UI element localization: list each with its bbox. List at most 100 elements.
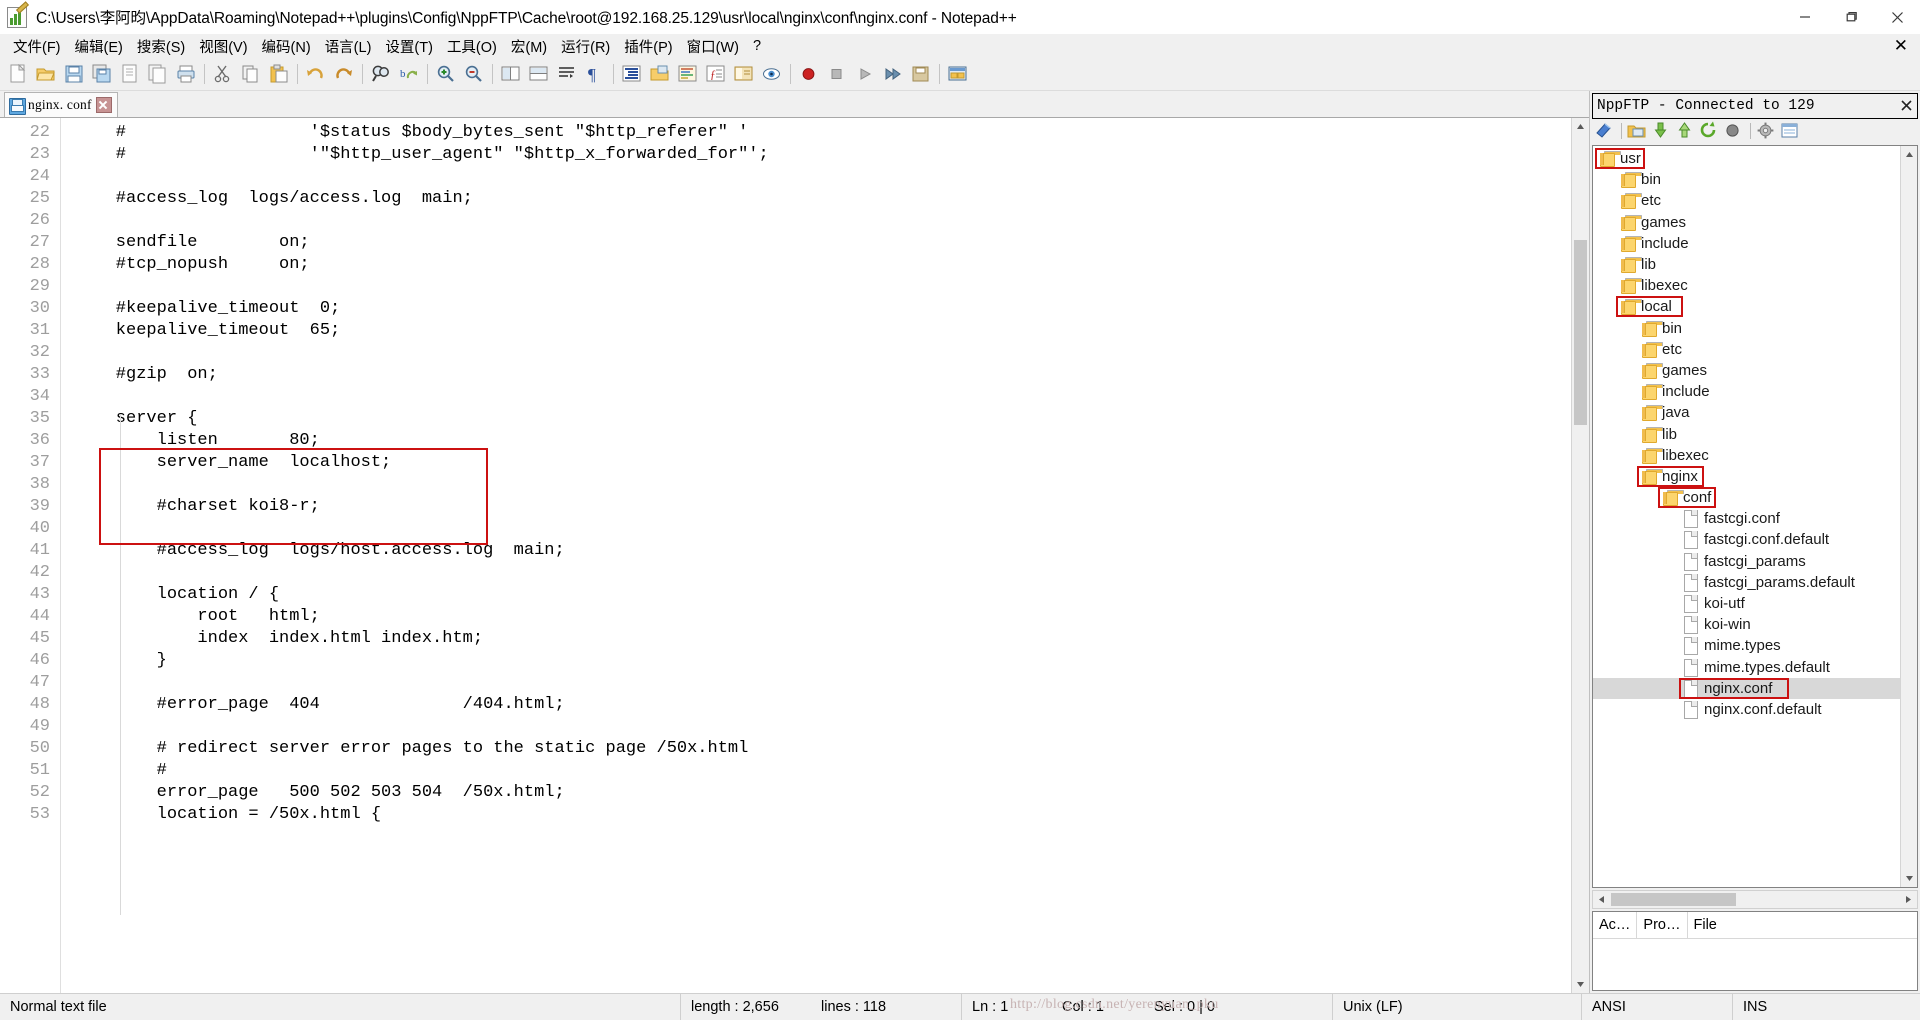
code-line[interactable] xyxy=(75,276,1589,298)
code-line[interactable]: server { xyxy=(75,408,1589,430)
menu-settings[interactable]: 设置(T) xyxy=(378,34,440,59)
show-all-chars-icon[interactable]: ¶ xyxy=(582,61,608,87)
code-line[interactable]: root html; xyxy=(75,606,1589,628)
tree-file-row[interactable]: nginx.conf.default xyxy=(1593,699,1900,720)
queue-column-progress[interactable]: Pro… xyxy=(1637,912,1688,938)
code-line[interactable] xyxy=(75,166,1589,188)
settings-icon[interactable] xyxy=(1756,121,1778,141)
tree-folder-row[interactable]: lib xyxy=(1593,423,1900,444)
tree-file-row[interactable]: mime.types xyxy=(1593,635,1900,656)
nppftp-tree-vertical-scrollbar[interactable] xyxy=(1900,146,1917,887)
undo-icon[interactable] xyxy=(303,61,329,87)
code-line[interactable] xyxy=(75,342,1589,364)
nppftp-directory-tree[interactable]: usr bin etc games include lib libexec local bin e… xyxy=(1592,145,1918,888)
code-line[interactable]: location = /50x.html { xyxy=(75,804,1589,826)
code-line[interactable]: # '"$http_user_agent" "$http_x_forwarded… xyxy=(75,144,1589,166)
menu-search[interactable]: 搜索(S) xyxy=(130,34,192,59)
code-line[interactable] xyxy=(75,518,1589,540)
download-icon[interactable] xyxy=(1651,121,1673,141)
word-wrap-icon[interactable] xyxy=(554,61,580,87)
close-document-button[interactable]: ✕ xyxy=(1894,34,1908,58)
maximize-button[interactable] xyxy=(1828,0,1874,34)
code-line[interactable]: } xyxy=(75,650,1589,672)
code-line[interactable] xyxy=(75,474,1589,496)
connect-icon[interactable] xyxy=(1594,121,1616,141)
copy-icon[interactable] xyxy=(238,61,264,87)
code-line[interactable]: # xyxy=(75,760,1589,782)
nppftp-scroll-left-arrow[interactable] xyxy=(1593,892,1610,907)
ftp-icon[interactable] xyxy=(945,61,971,87)
macro-save-icon[interactable] xyxy=(908,61,934,87)
close-tab-icon[interactable] xyxy=(95,97,112,113)
editor-scroll-thumb[interactable] xyxy=(1574,240,1587,425)
code-line[interactable]: location / { xyxy=(75,584,1589,606)
nppftp-tree-rows[interactable]: usr bin etc games include lib libexec local bin e… xyxy=(1593,146,1900,887)
replace-icon[interactable]: b xyxy=(396,61,422,87)
menu-tools[interactable]: 工具(O) xyxy=(440,34,504,59)
macro-stop-icon[interactable] xyxy=(824,61,850,87)
code-line[interactable]: #access_log logs/access.log main; xyxy=(75,188,1589,210)
close-file-icon[interactable] xyxy=(117,61,143,87)
editor-vertical-scrollbar[interactable] xyxy=(1571,118,1589,993)
menu-window[interactable]: 窗口(W) xyxy=(680,34,746,59)
tree-file-row[interactable]: koi-utf xyxy=(1593,593,1900,614)
queue-column-file[interactable]: File xyxy=(1688,912,1918,938)
tree-folder-row[interactable]: games xyxy=(1593,212,1900,233)
code-line[interactable] xyxy=(75,386,1589,408)
tree-file-row[interactable]: mime.types.default xyxy=(1593,657,1900,678)
open-dir-icon[interactable] xyxy=(1627,121,1649,141)
tree-folder-row[interactable]: bin xyxy=(1593,318,1900,339)
nppftp-scroll-up-arrow[interactable] xyxy=(1901,146,1917,163)
code-line[interactable]: error_page 500 502 503 504 /50x.html; xyxy=(75,782,1589,804)
menu-encoding[interactable]: 编码(N) xyxy=(255,34,318,59)
sync-vertical-icon[interactable] xyxy=(498,61,524,87)
tree-file-row[interactable]: koi-win xyxy=(1593,614,1900,635)
save-icon[interactable] xyxy=(61,61,87,87)
refresh-icon[interactable] xyxy=(1699,121,1721,141)
tree-folder-row[interactable]: java xyxy=(1593,402,1900,423)
print-icon[interactable] xyxy=(173,61,199,87)
function-list-icon[interactable]: ƒ xyxy=(703,61,729,87)
indent-guide-icon[interactable] xyxy=(619,61,645,87)
code-line[interactable] xyxy=(75,716,1589,738)
tree-folder-row[interactable]: etc xyxy=(1593,190,1900,211)
close-all-icon[interactable] xyxy=(145,61,171,87)
menu-language[interactable]: 语言(L) xyxy=(318,34,379,59)
code-text[interactable]: # '$status $body_bytes_sent "$http_refer… xyxy=(61,122,1589,826)
zoom-in-icon[interactable] xyxy=(433,61,459,87)
document-tab-nginx-conf[interactable]: nginx. conf xyxy=(4,92,118,117)
menu-view[interactable]: 视图(V) xyxy=(192,34,254,59)
code-line[interactable]: #tcp_nopush on; xyxy=(75,254,1589,276)
scroll-up-arrow[interactable] xyxy=(1572,118,1589,135)
new-file-icon[interactable] xyxy=(5,61,31,87)
find-icon[interactable] xyxy=(368,61,394,87)
code-line[interactable] xyxy=(75,672,1589,694)
abort-icon[interactable] xyxy=(1723,121,1745,141)
scroll-down-arrow[interactable] xyxy=(1572,976,1589,993)
paste-icon[interactable] xyxy=(266,61,292,87)
tree-folder-row[interactable]: libexec xyxy=(1593,275,1900,296)
menu-help[interactable]: ? xyxy=(746,36,768,56)
minimize-button[interactable] xyxy=(1782,0,1828,34)
menu-run[interactable]: 运行(R) xyxy=(554,34,617,59)
code-line[interactable]: server_name localhost; xyxy=(75,452,1589,474)
doc-map-icon[interactable] xyxy=(675,61,701,87)
cut-icon[interactable] xyxy=(210,61,236,87)
user-language-icon[interactable] xyxy=(647,61,673,87)
tree-folder-row[interactable]: lib xyxy=(1593,254,1900,275)
tree-folder-row[interactable]: include xyxy=(1593,233,1900,254)
code-line[interactable]: #keepalive_timeout 0; xyxy=(75,298,1589,320)
code-line[interactable]: #charset koi8-r; xyxy=(75,496,1589,518)
macro-playall-icon[interactable] xyxy=(880,61,906,87)
tree-folder-row[interactable]: etc xyxy=(1593,339,1900,360)
tree-folder-row[interactable]: nginx xyxy=(1593,465,1900,487)
queue-column-action[interactable]: Ac… xyxy=(1593,912,1638,938)
redo-icon[interactable] xyxy=(331,61,357,87)
nppftp-scroll-down-arrow[interactable] xyxy=(1901,870,1917,887)
tree-file-row[interactable]: fastcgi.conf xyxy=(1593,508,1900,529)
nppftp-close-icon[interactable] xyxy=(1898,97,1914,113)
code-line[interactable]: #error_page 404 /404.html; xyxy=(75,694,1589,716)
code-line[interactable]: sendfile on; xyxy=(75,232,1589,254)
code-line[interactable]: index index.html index.htm; xyxy=(75,628,1589,650)
messages-icon[interactable] xyxy=(1780,121,1802,141)
